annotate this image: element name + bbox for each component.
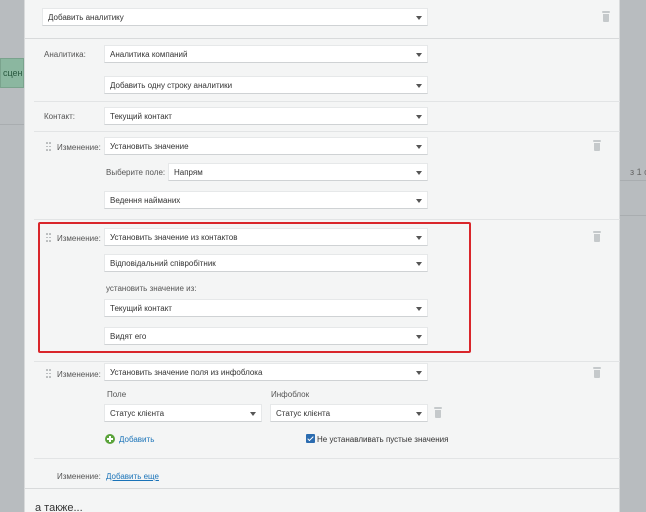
- highlight-box: [38, 222, 471, 353]
- contact-label: Контакт:: [44, 112, 76, 121]
- chevron-down-icon: [416, 53, 422, 57]
- change3-action-select[interactable]: Установить значение поля из инфоблока: [104, 363, 428, 381]
- add-link[interactable]: Добавить: [119, 435, 154, 444]
- background-divider: [620, 180, 646, 181]
- trash-icon[interactable]: [592, 231, 602, 242]
- change3-field-select[interactable]: Статус клієнта: [104, 404, 262, 422]
- background-divider: [620, 215, 646, 216]
- divider: [24, 488, 620, 489]
- analytics-label: Аналитика:: [44, 50, 86, 59]
- chevron-down-icon: [416, 84, 422, 88]
- contact-select[interactable]: Текущий контакт: [104, 107, 428, 125]
- chevron-down-icon: [416, 145, 422, 149]
- skip-empty-checkbox[interactable]: [306, 434, 315, 443]
- divider: [34, 101, 620, 102]
- background-divider: [0, 124, 24, 125]
- trash-icon[interactable]: [433, 407, 443, 418]
- change1-field-label: Выберите поле:: [106, 168, 166, 177]
- divider: [34, 131, 620, 132]
- trash-icon[interactable]: [601, 11, 611, 22]
- change3-iblock-select[interactable]: Статус клієнта: [270, 404, 428, 422]
- divider: [34, 361, 620, 362]
- add-more-link[interactable]: Добавить еще: [106, 472, 159, 481]
- chevron-down-icon: [416, 412, 422, 416]
- column-field-label: Поле: [107, 390, 127, 399]
- background-right-text: з 1 с: [630, 167, 646, 177]
- change1-field-select[interactable]: Напрям: [168, 163, 428, 181]
- chevron-down-icon: [416, 199, 422, 203]
- chevron-down-icon: [416, 16, 422, 20]
- column-iblock-label: Инфоблок: [271, 390, 310, 399]
- add-icon[interactable]: [105, 434, 115, 444]
- drag-handle-icon[interactable]: [46, 142, 51, 151]
- background-right: з 1 с: [620, 0, 646, 512]
- divider: [24, 38, 620, 39]
- more-label: Изменение:: [57, 472, 101, 481]
- add-analytics-row-select[interactable]: Добавить одну строку аналитики: [104, 76, 428, 94]
- chevron-down-icon: [250, 412, 256, 416]
- chevron-down-icon: [416, 371, 422, 375]
- trash-icon[interactable]: [592, 367, 602, 378]
- change1-label: Изменение:: [57, 143, 101, 152]
- divider: [34, 458, 620, 459]
- drag-handle-icon[interactable]: [46, 369, 51, 378]
- skip-empty-label: Не устанавливать пустые значения: [317, 435, 449, 444]
- divider: [34, 219, 620, 220]
- analytics-select[interactable]: Аналитика компаний: [104, 45, 428, 63]
- change1-action-select[interactable]: Установить значение: [104, 137, 428, 155]
- change1-value-select[interactable]: Ведення найманих: [104, 191, 428, 209]
- chevron-down-icon: [416, 171, 422, 175]
- change3-label: Изменение:: [57, 370, 101, 379]
- background-tab-text: сцен: [3, 68, 23, 78]
- add-analytics-select[interactable]: Добавить аналитику: [42, 8, 428, 26]
- background-tab: сцен: [0, 58, 24, 88]
- chevron-down-icon: [416, 115, 422, 119]
- also-heading: а также...: [35, 502, 83, 512]
- trash-icon[interactable]: [592, 140, 602, 151]
